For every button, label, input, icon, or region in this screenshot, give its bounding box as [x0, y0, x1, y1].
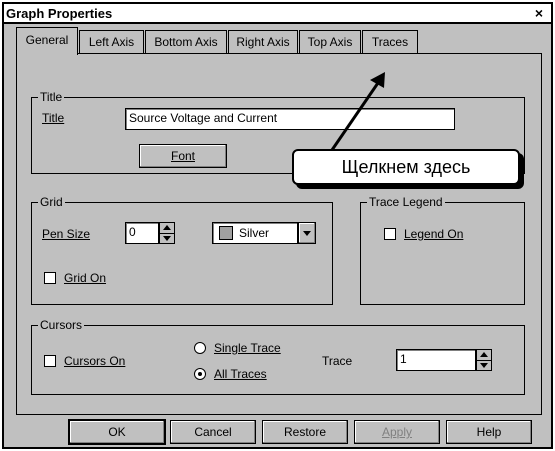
callout-arrow [330, 72, 385, 151]
callout-note: Щелкнем здесь [292, 149, 520, 185]
arrow-line [330, 79, 382, 151]
